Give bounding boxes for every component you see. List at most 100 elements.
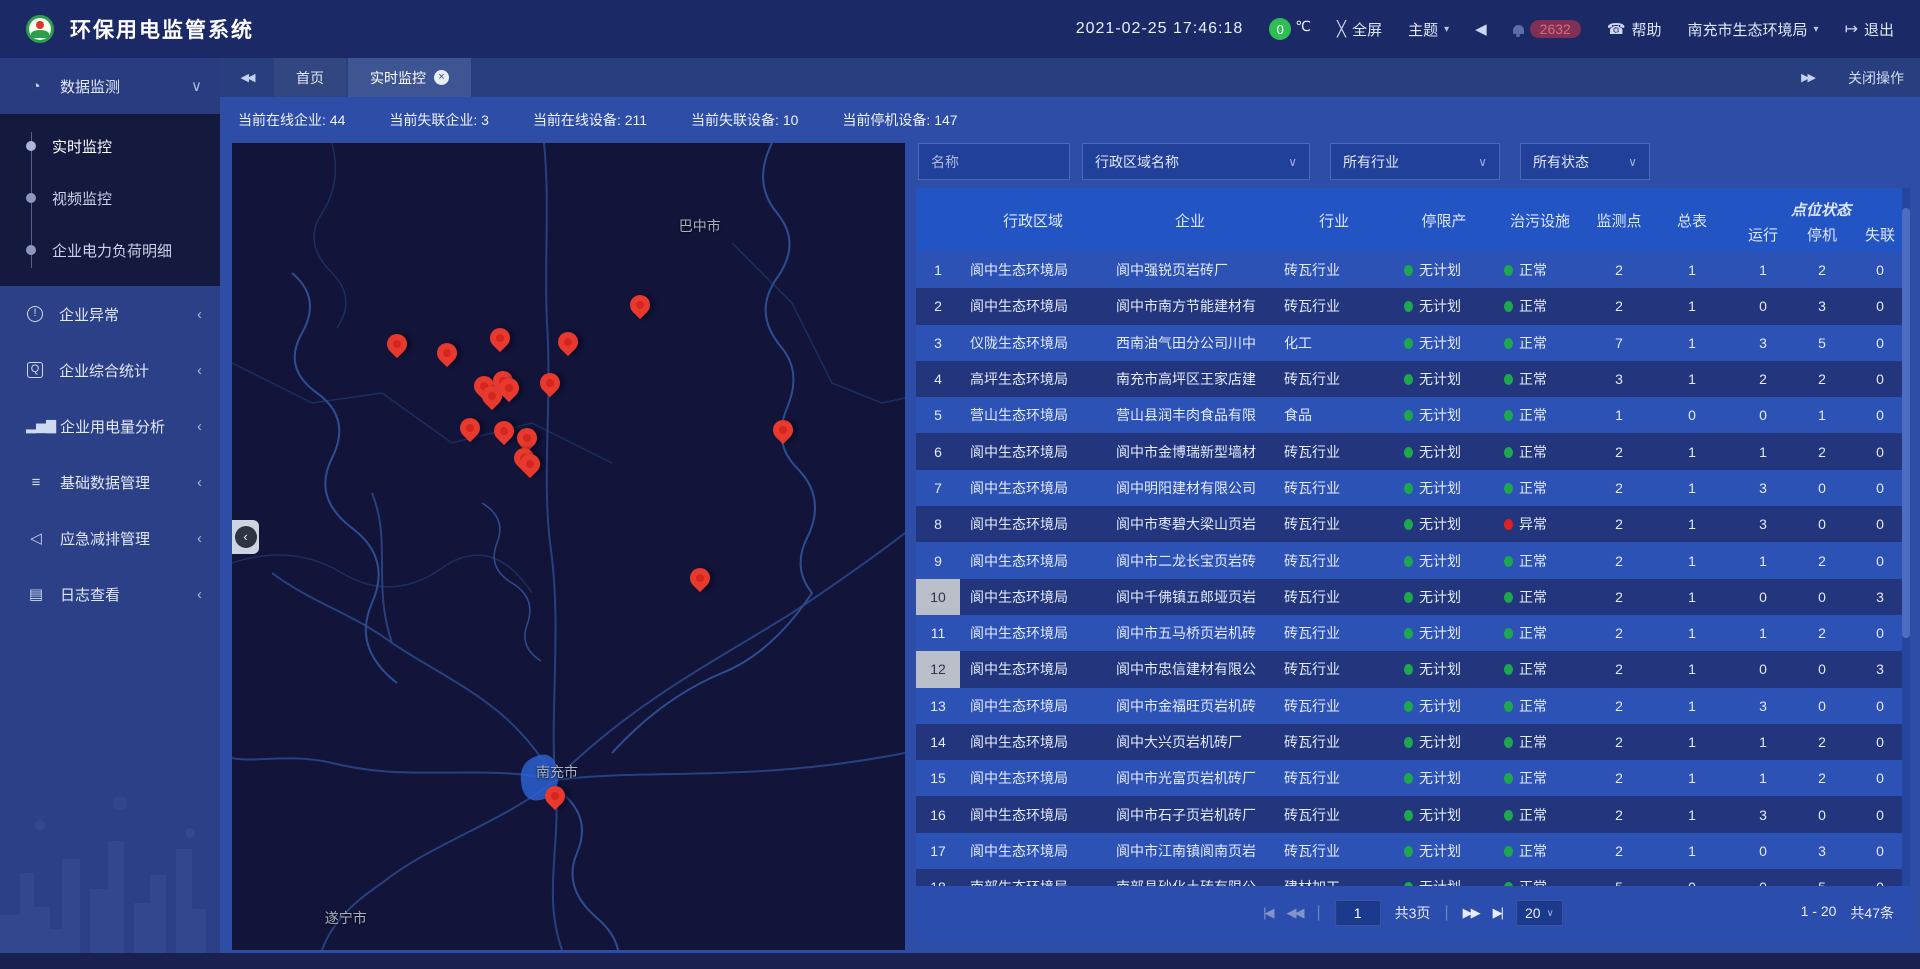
- sidebar-item-power-usage-analysis[interactable]: ▂▅▇ 企业用电量分析 ‹: [0, 398, 220, 454]
- filter-bar: 行政区域名称 ∨ 所有行业 ∨ 所有状态 ∨: [916, 143, 1910, 180]
- help-button[interactable]: ☎ 帮助: [1607, 19, 1662, 40]
- table-row[interactable]: 17 阆中生态环境局 阆中市江南镇阆南页岩 砖瓦行业 无计划 正常 2 1 0 …: [916, 833, 1910, 869]
- region-filter-select[interactable]: 行政区域名称 ∨: [1082, 143, 1310, 180]
- column-region[interactable]: 行政区域: [960, 188, 1106, 252]
- column-lost[interactable]: 失联: [1850, 222, 1910, 252]
- status-dot: [1504, 592, 1513, 603]
- logout-button[interactable]: ↦ 退出: [1845, 19, 1894, 40]
- column-stop[interactable]: 停机: [1794, 222, 1850, 252]
- table-row[interactable]: 2 阆中生态环境局 阆中市南方节能建材有 砖瓦行业 无计划 正常 2 1 0 3: [916, 288, 1910, 324]
- app-logo: [26, 15, 54, 43]
- notifications-button[interactable]: 2632: [1513, 20, 1581, 38]
- close-icon[interactable]: ×: [434, 70, 449, 85]
- status-dot: [1504, 265, 1513, 276]
- status-dot: [1504, 374, 1513, 385]
- industry-filter-select[interactable]: 所有行业 ∨: [1330, 143, 1500, 180]
- column-industry[interactable]: 行业: [1274, 188, 1394, 252]
- fullscreen-button[interactable]: ╳ 全屏: [1337, 19, 1382, 40]
- page-number-input[interactable]: [1335, 900, 1381, 926]
- stats-bar: 当前在线企业: 44 当前失联企业: 3 当前在线设备: 211 当前失联设备:…: [220, 97, 1920, 143]
- scrollbar-thumb[interactable]: [1902, 208, 1910, 638]
- column-plan[interactable]: 停限产: [1394, 188, 1494, 252]
- org-dropdown[interactable]: 南充市生态环境局 ▾: [1688, 19, 1819, 40]
- gauge-icon: ◔: [26, 78, 46, 95]
- close-operations-button[interactable]: 关闭操作: [1848, 68, 1904, 88]
- tabs-scroll-left-button[interactable]: ◀◀: [220, 58, 274, 97]
- table-row[interactable]: 15 阆中生态环境局 阆中市光富页岩机砖厂 砖瓦行业 无计划 正常 2 1 1 …: [916, 760, 1910, 796]
- status-dot: [1504, 519, 1513, 530]
- table-scrollbar[interactable]: [1902, 188, 1910, 886]
- table-row[interactable]: 1 阆中生态环境局 阆中强锐页岩砖厂 砖瓦行业 无计划 正常 2 1 1 2 0: [916, 252, 1910, 288]
- fullscreen-icon: ╳: [1337, 20, 1346, 38]
- sidebar-item-power-load-detail[interactable]: 企业电力负荷明细: [0, 224, 220, 276]
- table-row[interactable]: 14 阆中生态环境局 阆中大兴页岩机砖厂 砖瓦行业 无计划 正常 2 1 1 2: [916, 724, 1910, 760]
- status-dot-green: [1404, 447, 1413, 458]
- sidebar-item-realtime-monitoring[interactable]: 实时监控: [0, 120, 220, 172]
- table-row[interactable]: 18 南部生态环境局 南部县砂化土砖有限公 建材加工 无计划 正常 5 0 0 …: [916, 869, 1910, 886]
- status-dot: [1504, 773, 1513, 784]
- status-dot: [1504, 483, 1513, 494]
- column-company[interactable]: 企业: [1106, 188, 1274, 252]
- right-panel: 行政区域名称 ∨ 所有行业 ∨ 所有状态 ∨: [916, 143, 1910, 950]
- table-row[interactable]: 8 阆中生态环境局 阆中市枣碧大梁山页岩 砖瓦行业 无计划 异常 2 1 3 0: [916, 506, 1910, 542]
- table-row[interactable]: 3 仪陇生态环境局 西南油气田分公司川中 化工 无计划 正常 7 1 3 5 0: [916, 325, 1910, 361]
- status-dot: [1504, 737, 1513, 748]
- theme-dropdown[interactable]: 主题 ▾: [1408, 19, 1449, 40]
- sidebar: ◔ 数据监测 ∨ 实时监控 视频监控 企业电力负荷明细 ! 企业异常 ‹ Q 企…: [0, 58, 220, 969]
- status-dot-green: [1404, 338, 1413, 349]
- tabs-scroll-right-button[interactable]: ▶▶: [1801, 71, 1814, 84]
- megaphone-icon: ◁: [26, 529, 46, 547]
- sidebar-item-data-monitoring[interactable]: ◔ 数据监测 ∨: [0, 58, 220, 114]
- range-label: 1 - 20: [1801, 903, 1837, 923]
- table-row[interactable]: 9 阆中生态环境局 阆中市二龙长宝页岩砖 砖瓦行业 无计划 正常 2 1 1 2: [916, 542, 1910, 578]
- chevron-left-icon: ‹: [197, 474, 202, 491]
- sidebar-item-enterprise-statistics[interactable]: Q 企业综合统计 ‹: [0, 342, 220, 398]
- status-dot-green: [1404, 737, 1413, 748]
- table-row[interactable]: 16 阆中生态环境局 阆中市石子页岩机砖厂 砖瓦行业 无计划 正常 2 1 3 …: [916, 796, 1910, 832]
- sidebar-collapse-button[interactable]: ‹: [232, 520, 259, 554]
- stat-item: 当前失联企业: 3: [389, 110, 489, 130]
- table-row[interactable]: 12 阆中生态环境局 阆中市忠信建材有限公 砖瓦行业 无计划 正常 2 1 0 …: [916, 651, 1910, 687]
- bell-icon: [1513, 25, 1524, 34]
- table-row[interactable]: 11 阆中生态环境局 阆中市五马桥页岩机砖 砖瓦行业 无计划 正常 2 1 1 …: [916, 615, 1910, 651]
- map-panel[interactable]: 巴中市 南充市 遂宁市 ‹: [232, 143, 905, 950]
- sound-button[interactable]: ◀: [1475, 20, 1487, 38]
- last-page-button[interactable]: ▶|: [1493, 905, 1502, 921]
- table-row[interactable]: 6 阆中生态环境局 阆中市金博瑞新型墙材 砖瓦行业 无计划 正常 2 1 1 2: [916, 433, 1910, 469]
- sidebar-item-enterprise-abnormal[interactable]: ! 企业异常 ‹: [0, 286, 220, 342]
- table-row[interactable]: 4 高坪生态环境局 南充市高坪区王家店建 砖瓦行业 无计划 正常 3 1 2 2: [916, 361, 1910, 397]
- status-dot-green: [1404, 701, 1413, 712]
- sidebar-item-emergency-reduction[interactable]: ◁ 应急减排管理 ‹: [0, 510, 220, 566]
- sidebar-item-base-data-management[interactable]: ≡ 基础数据管理 ‹: [0, 454, 220, 510]
- status-filter-select[interactable]: 所有状态 ∨: [1520, 143, 1650, 180]
- divider: |: [1316, 904, 1320, 922]
- chevron-down-icon: ∨: [1478, 155, 1487, 169]
- table-row[interactable]: 13 阆中生态环境局 阆中市金福旺页岩机砖 砖瓦行业 无计划 正常 2 1 3 …: [916, 688, 1910, 724]
- bullet-dot-icon: [26, 141, 36, 151]
- column-run[interactable]: 运行: [1732, 222, 1794, 252]
- name-filter-field[interactable]: [918, 143, 1070, 180]
- temperature-unit: ℃: [1295, 18, 1311, 35]
- page-size-select[interactable]: 20 ∨: [1516, 900, 1563, 926]
- next-page-button[interactable]: ▶▶: [1463, 905, 1479, 921]
- name-filter-input[interactable]: [931, 154, 1057, 170]
- sidebar-item-log-view[interactable]: ▤ 日志查看 ‹: [0, 566, 220, 622]
- column-points[interactable]: 监测点: [1586, 188, 1652, 252]
- status-dot: [1504, 447, 1513, 458]
- table-row[interactable]: 5 营山生态环境局 营山县润丰肉食品有限 食品 无计划 正常 1 0 0 1 0: [916, 397, 1910, 433]
- speaker-icon: ◀: [1475, 20, 1487, 38]
- table-row[interactable]: 10 阆中生态环境局 阆中千佛镇五郎垭页岩 砖瓦行业 无计划 正常 2 1 0 …: [916, 579, 1910, 615]
- tab-realtime-monitoring[interactable]: 实时监控 ×: [348, 58, 471, 97]
- status-dot-green: [1404, 773, 1413, 784]
- city-label: 巴中市: [679, 216, 721, 236]
- table-row[interactable]: 7 阆中生态环境局 阆中明阳建材有限公司 砖瓦行业 无计划 正常 2 1 3 0: [916, 470, 1910, 506]
- column-group-point-status: 点位状态: [1732, 188, 1910, 222]
- tab-home[interactable]: 首页: [274, 58, 346, 97]
- sidebar-item-video-monitoring[interactable]: 视频监控: [0, 172, 220, 224]
- column-total[interactable]: 总表: [1652, 188, 1732, 252]
- prev-page-button[interactable]: ◀◀: [1286, 905, 1302, 921]
- table-body: 1 阆中生态环境局 阆中强锐页岩砖厂 砖瓦行业 无计划 正常 2 1 1 2 0: [916, 252, 1910, 886]
- column-facility[interactable]: 治污设施: [1494, 188, 1586, 252]
- first-page-button[interactable]: |◀: [1263, 905, 1272, 921]
- city-label: 南充市: [536, 762, 578, 782]
